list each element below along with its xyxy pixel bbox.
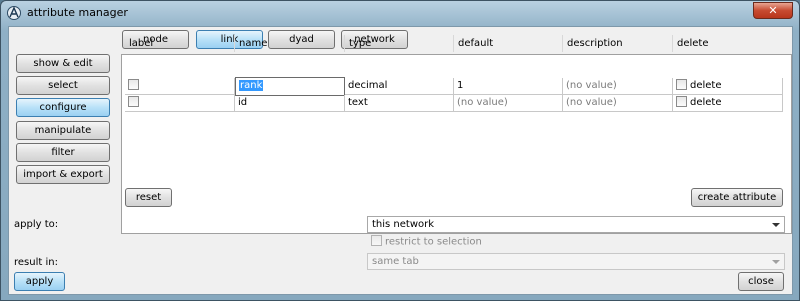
delete-checkbox[interactable] [676, 95, 687, 107]
delete-cell[interactable]: delete [673, 78, 783, 95]
title-bar[interactable]: attribute manager ✕ [1, 1, 799, 25]
description-cell[interactable]: (no value) [563, 95, 673, 112]
apply-button[interactable]: apply [14, 272, 65, 291]
default-cell[interactable]: 1 [454, 78, 563, 95]
menu-show-edit[interactable]: show & edit [16, 54, 110, 73]
menu-configure[interactable]: configure [16, 98, 110, 117]
name-edit-field[interactable]: rank [235, 77, 345, 96]
default-cell[interactable]: (no value) [454, 95, 563, 112]
delete-checkbox[interactable] [676, 78, 687, 90]
name-cell[interactable]: rank [235, 77, 345, 96]
type-cell[interactable]: text [345, 95, 454, 112]
restrict-label: restrict to selection [385, 236, 482, 248]
close-button[interactable]: close [738, 272, 784, 291]
create-attribute-button[interactable]: create attribute [691, 188, 783, 207]
label-cell [125, 95, 235, 112]
name-cell[interactable]: id [235, 95, 345, 112]
name-value: rank [239, 80, 264, 91]
restrict-checkbox[interactable] [371, 235, 382, 246]
apply-to-value: this network [372, 219, 435, 230]
label-checkbox[interactable] [128, 78, 139, 90]
restrict-to-selection-option[interactable]: restrict to selection [371, 235, 482, 248]
delete-label: delete [690, 80, 722, 91]
result-in-label: result in: [14, 257, 58, 268]
attribute-manager-window: attribute manager ✕ node link dyad netwo… [0, 0, 800, 301]
chevron-down-icon [772, 223, 780, 227]
apply-to-select[interactable]: this network [367, 216, 785, 233]
result-in-value: same tab [372, 256, 419, 267]
reset-button[interactable]: reset [125, 188, 172, 207]
delete-cell[interactable]: delete [673, 95, 783, 112]
menu-manipulate[interactable]: manipulate [16, 121, 110, 140]
table-row: rank decimal 1 (no value) delete [125, 77, 783, 96]
description-cell[interactable]: (no value) [563, 78, 673, 95]
column-header-label: label [125, 35, 235, 52]
chevron-down-icon [772, 260, 780, 264]
column-header-type: type [345, 35, 454, 52]
delete-label: delete [690, 97, 722, 108]
column-header-description: description [563, 35, 673, 52]
apply-to-label: apply to: [14, 219, 59, 230]
label-checkbox[interactable] [128, 95, 139, 107]
window-title: attribute manager [27, 6, 128, 19]
result-in-select[interactable]: same tab [367, 253, 785, 270]
table-row: id text (no value) (no value) delete [125, 95, 783, 112]
label-cell [125, 78, 235, 95]
menu-import-export[interactable]: import & export [16, 165, 110, 184]
column-header-name: name [235, 35, 345, 52]
column-header-default: default [454, 35, 563, 52]
app-logo-icon [7, 6, 21, 20]
menu-filter[interactable]: filter [16, 143, 110, 162]
column-header-delete: delete [677, 38, 709, 49]
type-cell[interactable]: decimal [345, 78, 454, 95]
window-close-button[interactable]: ✕ [753, 2, 793, 19]
menu-select[interactable]: select [16, 76, 110, 95]
